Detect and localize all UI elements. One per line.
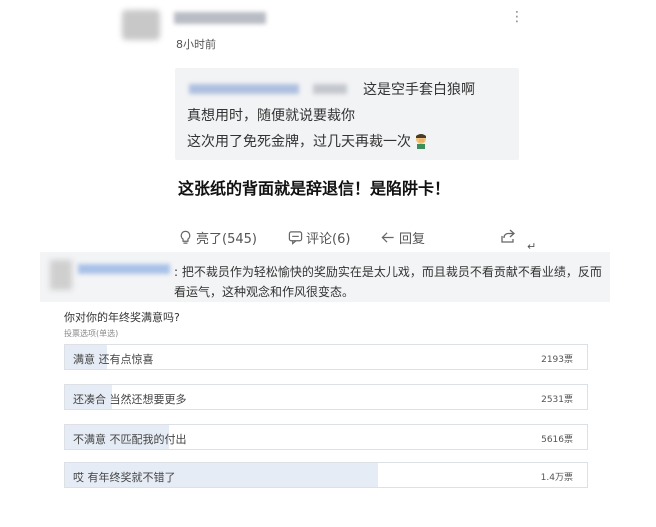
more-vertical-icon[interactable]: ⋮ <box>510 10 524 24</box>
poll-option-label: 满意 还有点惊喜 <box>73 353 154 366</box>
username-blurred[interactable] <box>174 12 266 24</box>
quote-line-1: 这是空手套白狼啊 <box>363 82 475 98</box>
like-button[interactable]: 亮了(545) <box>178 228 257 247</box>
comment-icon <box>288 231 303 245</box>
quote-line-2: 真想用时，随便就说要裁你 <box>187 108 355 124</box>
reply-comment-text: : 把不裁员作为轻松愉快的奖励实在是太儿戏，而且裁员不看贡献不看业绩，反而看运气… <box>174 265 602 299</box>
poll-option[interactable]: 哎 有年终奖就不错了 1.4万票 <box>64 462 588 488</box>
quote-line-3: 这次用了免死金牌，过几天再裁一次 <box>187 131 429 151</box>
share-button[interactable] <box>500 228 519 244</box>
reply-arrow-icon <box>381 232 394 243</box>
poll-option[interactable]: 不满意 不匹配我的付出 5616票 <box>64 424 588 450</box>
facepalm-emoji-icon <box>416 134 426 149</box>
poll-subtitle: 投票选项(单选) <box>64 329 119 338</box>
username-blurred[interactable] <box>78 264 170 274</box>
poll-option-label: 还凑合 当然还想要更多 <box>73 393 187 406</box>
quoted-id-blurred <box>313 84 347 94</box>
post-time: 8小时前 <box>176 38 216 51</box>
lightbulb-icon <box>180 230 191 244</box>
reply-label: 回复 <box>399 232 426 247</box>
reply-button[interactable]: 回复 <box>380 228 425 247</box>
comment-label: 评论(6) <box>306 232 351 247</box>
quoted-comment: 这是空手套白狼啊 真想用时，随便就说要裁你 这次用了免死金牌，过几天再裁一次 <box>175 68 519 160</box>
poll-option[interactable]: 还凑合 当然还想要更多 2531票 <box>64 384 588 410</box>
share-icon <box>501 229 515 243</box>
poll-option[interactable]: 满意 还有点惊喜 2193票 <box>64 344 588 370</box>
quoted-username-blurred <box>189 84 299 94</box>
poll-option-count: 1.4万票 <box>540 473 573 483</box>
poll-option-label: 不满意 不匹配我的付出 <box>73 433 187 446</box>
poll-option-count: 2193票 <box>541 355 573 365</box>
poll-question: 你对你的年终奖满意吗? <box>64 311 180 324</box>
poll-option-count: 5616票 <box>541 435 573 445</box>
like-label: 亮了(545) <box>196 232 257 247</box>
poll-option-count: 2531票 <box>541 395 573 405</box>
avatar[interactable] <box>122 10 160 40</box>
quote-line-3-text: 这次用了免死金牌，过几天再裁一次 <box>187 134 411 150</box>
comment-button[interactable]: 评论(6) <box>288 228 350 247</box>
reply-comment: : 把不裁员作为轻松愉快的奖励实在是太儿戏，而且裁员不看贡献不看业绩，反而看运气… <box>40 252 610 302</box>
poll-option-label: 哎 有年终奖就不错了 <box>73 471 176 484</box>
avatar[interactable] <box>50 260 72 290</box>
comment-headline: 这张纸的背面就是辞退信！是陷阱卡！ <box>178 179 451 198</box>
